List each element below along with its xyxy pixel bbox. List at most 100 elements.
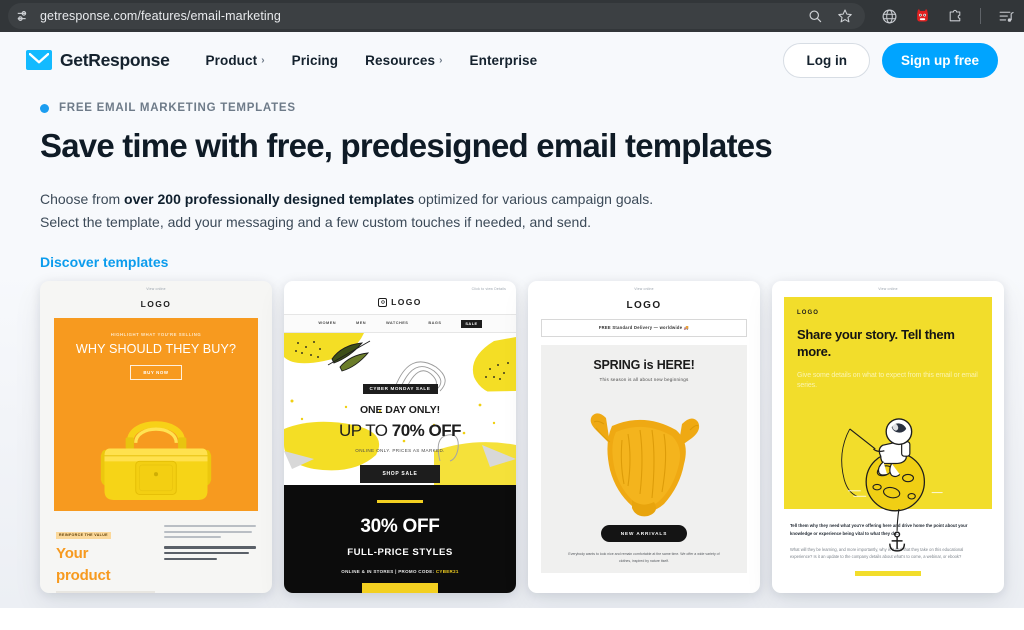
dark-subheadline: FULL-PRICE STYLES bbox=[347, 546, 453, 558]
story-body-paragraph2: What will they be learning, and more imp… bbox=[790, 546, 964, 560]
red-mascot-extension-icon[interactable] bbox=[912, 6, 932, 26]
toolbar-divider bbox=[980, 8, 981, 24]
buy-now-button[interactable]: BUY NOW bbox=[130, 365, 182, 381]
signup-free-button[interactable]: Sign up free bbox=[881, 42, 998, 78]
nav-label: Enterprise bbox=[469, 52, 538, 68]
bullet-dot-icon bbox=[40, 103, 49, 113]
hero-paragraph-line2: Select the template, add your messaging … bbox=[40, 213, 592, 230]
hero-section: FREE EMAIL MARKETING TEMPLATES Save time… bbox=[0, 88, 1024, 273]
nav-label: Resources bbox=[365, 52, 436, 68]
cyber-monday-badge: CYBER MONDAY SALE bbox=[362, 383, 438, 394]
spring-panel: SPRING is HERE! This season is all about… bbox=[541, 345, 747, 574]
body-text-line bbox=[164, 551, 249, 555]
sale-sub: ONLINE ONLY. PRICES AS MARKED. bbox=[355, 448, 445, 454]
promo-left-column: REINFORCE THE VALUE Your product bbox=[56, 523, 156, 594]
template-logo: LOGO bbox=[391, 297, 422, 308]
envelope-icon bbox=[26, 50, 52, 70]
bookmark-star-icon[interactable] bbox=[835, 6, 855, 26]
template-card-share-your-story[interactable]: View online LOGO Share your story. Tell … bbox=[772, 281, 1004, 594]
sale-message: CYBER MONDAY SALE ONE DAY ONLY! UP TO 70… bbox=[284, 377, 516, 484]
shop-nav-women[interactable]: WOMEN bbox=[318, 320, 336, 328]
view-online-text: View online bbox=[878, 287, 898, 292]
eyebrow: FREE EMAIL MARKETING TEMPLATES bbox=[40, 102, 984, 114]
spring-headline-b: is bbox=[643, 358, 654, 373]
promo-code-line: ONLINE & IN STORES | PROMO CODE: CYBER21 bbox=[284, 569, 516, 574]
shop-nav-men[interactable]: MEN bbox=[356, 320, 366, 328]
view-online-text: View online bbox=[146, 287, 166, 292]
value-tag: REINFORCE THE VALUE bbox=[56, 531, 111, 539]
hero-paragraph-suffix: optimized for various campaign goals. bbox=[414, 190, 654, 207]
new-arrivals-button[interactable]: NEW ARRIVALS bbox=[600, 525, 688, 543]
template-logo: LOGO bbox=[626, 300, 662, 312]
dark-headline: 30% OFF bbox=[360, 515, 440, 537]
promo-headline: WHY SHOULD THEY BUY? bbox=[75, 342, 237, 357]
shop-nav-bags[interactable]: BAGS bbox=[428, 320, 441, 328]
url-text: getresponse.com/features/email-marketing bbox=[40, 9, 281, 23]
reading-list-icon[interactable] bbox=[996, 6, 1016, 26]
template-card-spring-arrivals[interactable]: View online LOGO FREE Standard Delivery … bbox=[528, 281, 760, 594]
free-delivery-bar: FREE Standard Delivery — worldwide 🚚 bbox=[541, 319, 747, 338]
nav-item-pricing[interactable]: Pricing bbox=[292, 53, 338, 68]
search-icon[interactable] bbox=[805, 6, 825, 26]
nav-label: Product bbox=[205, 52, 258, 68]
hero-paragraph-bold: over 200 professionally designed templat… bbox=[124, 190, 415, 207]
nav-item-resources[interactable]: Resources › bbox=[365, 53, 442, 68]
template-logo: LOGO bbox=[797, 310, 820, 317]
brand-name: GetResponse bbox=[60, 49, 170, 70]
hexagon-logo-icon bbox=[378, 297, 388, 307]
chevron-right-icon: › bbox=[261, 54, 265, 66]
header-actions: Log in Sign up free bbox=[783, 42, 998, 78]
discover-templates-link[interactable]: Discover templates bbox=[40, 254, 168, 270]
shop-styles-button[interactable] bbox=[362, 582, 438, 594]
body-text-line bbox=[164, 557, 218, 560]
template-card-product-promo[interactable]: View online LOGO HIGHLIGHT WHAT YOU'RE S… bbox=[40, 281, 272, 594]
spring-footer-text: Everybody wants to look nice and remain … bbox=[568, 552, 720, 563]
hero-paragraph: Choose from over 200 professionally desi… bbox=[40, 188, 984, 233]
shop-nav-watches[interactable]: WATCHES bbox=[386, 320, 408, 328]
shop-sale-button[interactable]: SHOP SALE bbox=[360, 465, 440, 484]
promo-prefix: ONLINE & IN STORES | PROMO CODE: bbox=[341, 568, 436, 574]
sale-hero-stage: CYBER MONDAY SALE ONE DAY ONLY! UP TO 70… bbox=[284, 333, 516, 486]
nav-label: Pricing bbox=[291, 52, 339, 68]
sale-line2: UP TO 70% OFF bbox=[284, 421, 516, 441]
login-button[interactable]: Log in bbox=[783, 42, 870, 78]
getresponse-logo[interactable]: GetResponse bbox=[26, 50, 170, 71]
sale-line1: ONE DAY ONLY! bbox=[359, 404, 440, 417]
dark-promo-section: 30% OFF FULL-PRICE STYLES ONLINE & IN ST… bbox=[284, 485, 516, 594]
story-body-paragraph1: Tell them why they need what you're offe… bbox=[790, 522, 968, 536]
sale-line2-bold: 70% OFF bbox=[391, 421, 462, 441]
promo-kicker: HIGHLIGHT WHAT YOU'RE SELLING bbox=[110, 332, 202, 338]
story-headline: Share your story. Tell them more. bbox=[797, 327, 955, 359]
story-panel: LOGO Share your story. Tell them more. G… bbox=[784, 297, 992, 552]
promo-code: CYBER21 bbox=[435, 568, 459, 574]
page-title: Save time with free, predesigned email t… bbox=[40, 127, 773, 164]
body-text-line bbox=[164, 525, 256, 528]
nav-item-product[interactable]: Product › bbox=[206, 53, 265, 68]
template-card-cyber-monday[interactable]: Click to view Details LOGO WOMEN MEN WAT… bbox=[284, 281, 516, 594]
address-bar[interactable]: getresponse.com/features/email-marketing bbox=[8, 3, 865, 29]
divider bbox=[377, 500, 423, 503]
view-online-text: View online bbox=[634, 287, 654, 292]
eyebrow-text: FREE EMAIL MARKETING TEMPLATES bbox=[59, 102, 296, 114]
site-header: GetResponse Product › Pricing Resources … bbox=[0, 32, 1024, 88]
globe-icon[interactable] bbox=[879, 6, 899, 26]
story-cta-button[interactable] bbox=[855, 571, 921, 577]
promo-banner: HIGHLIGHT WHAT YOU'RE SELLING WHY SHOULD… bbox=[54, 318, 258, 512]
spring-headline-a: SPRING bbox=[593, 358, 644, 373]
chevron-right-icon: › bbox=[439, 54, 443, 66]
main-nav: Product › Pricing Resources › Enterprise bbox=[206, 53, 538, 68]
body-text-line bbox=[164, 546, 256, 549]
story-body: Tell them why they need what you're offe… bbox=[772, 509, 1004, 577]
astronaut-fishing-on-moon-image bbox=[797, 391, 979, 552]
promo-big-line2: product bbox=[56, 566, 111, 584]
view-online-text: Click to view Details bbox=[471, 287, 506, 292]
promo-right-column bbox=[164, 523, 256, 593]
sale-line2-thin: UP TO bbox=[339, 421, 392, 441]
body-text-line bbox=[164, 530, 253, 533]
nav-item-enterprise[interactable]: Enterprise bbox=[470, 53, 538, 68]
placeholder-image bbox=[56, 590, 156, 594]
extensions-puzzle-icon[interactable] bbox=[945, 6, 965, 26]
shop-nav-sale[interactable]: SALE bbox=[461, 319, 482, 328]
body-text-line bbox=[164, 536, 222, 539]
page-settings-icon[interactable] bbox=[14, 7, 32, 25]
